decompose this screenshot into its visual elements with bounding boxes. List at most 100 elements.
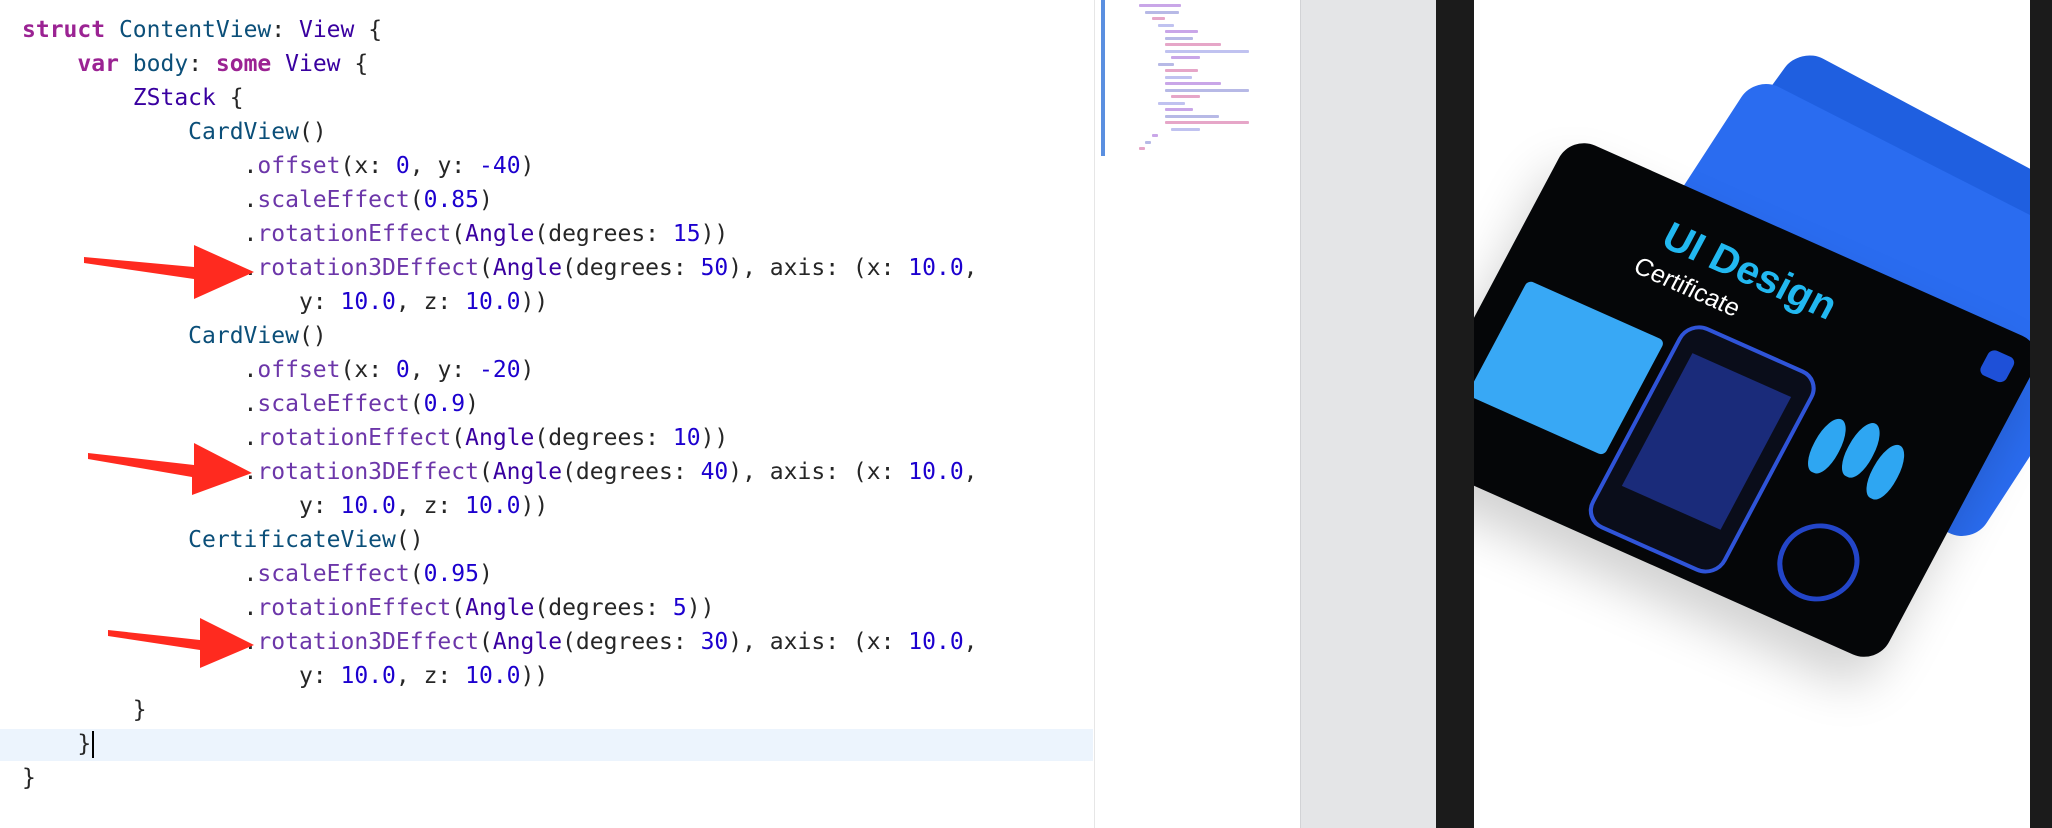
code-token: : <box>188 51 216 77</box>
code-token: Angle <box>492 255 563 281</box>
code-token: CardView <box>188 119 299 145</box>
code-token: scaleEffect <box>257 561 410 587</box>
code-token: (x: <box>340 153 396 179</box>
code-token: )) <box>520 289 549 315</box>
minimap-line <box>1171 95 1200 98</box>
minimap-line <box>1151 134 1158 137</box>
code-token: (degrees: <box>534 221 673 247</box>
code-token: rotationEffect <box>257 425 452 451</box>
code-token: 0.9 <box>423 391 466 417</box>
code-line[interactable]: .offset(x: 0, y: -40) <box>22 149 978 183</box>
code-token: ) <box>520 357 535 383</box>
code-token: : <box>271 17 299 43</box>
code-token: 0.95 <box>423 561 479 587</box>
code-token: 50 <box>700 255 729 281</box>
code-token: ( <box>478 255 493 281</box>
source-code[interactable]: struct ContentView: View { var body: som… <box>22 13 978 795</box>
code-minimap[interactable] <box>1094 0 1301 828</box>
code-token: 10.0 <box>340 663 396 689</box>
code-token: ) <box>465 391 479 417</box>
red-arrow-3 <box>108 618 254 668</box>
code-token: 0 <box>395 357 410 383</box>
code-token: 10.0 <box>908 255 964 281</box>
code-token: 15 <box>672 221 701 247</box>
code-token: rotation3DEffect <box>257 629 479 655</box>
code-token: 0.85 <box>423 187 479 213</box>
code-token: Angle <box>492 459 563 485</box>
minimap-visible-region[interactable] <box>1101 0 1105 156</box>
code-token: some <box>215 51 272 77</box>
code-token: () <box>298 119 327 145</box>
code-line[interactable]: ZStack { <box>22 81 978 115</box>
code-token: ( <box>409 561 424 587</box>
minimap-line <box>1164 30 1199 33</box>
code-token: (degrees: <box>534 425 673 451</box>
device-screen: UI Design Certificate <box>1474 0 2030 828</box>
code-token: , z: <box>395 289 466 315</box>
code-line[interactable]: CardView() <box>22 319 978 353</box>
code-token: Angle <box>492 629 563 655</box>
code-line[interactable]: .offset(x: 0, y: -20) <box>22 353 978 387</box>
clock-icon <box>1763 510 1874 615</box>
code-token: scaleEffect <box>257 391 410 417</box>
code-token: ) <box>478 561 493 587</box>
code-token: , <box>963 629 978 655</box>
code-token: )) <box>686 595 715 621</box>
code-token: CardView <box>188 323 299 349</box>
code-token: ) <box>520 153 535 179</box>
code-token: rotationEffect <box>257 221 452 247</box>
code-token: 10.0 <box>465 663 521 689</box>
code-token: struct <box>22 17 106 43</box>
minimap-line <box>1151 17 1165 20</box>
code-token: Angle <box>465 595 535 621</box>
code-line[interactable]: CertificateView() <box>22 523 978 557</box>
minimap-line <box>1164 43 1221 46</box>
code-line[interactable]: } <box>22 693 978 727</box>
code-token: ) <box>478 187 493 213</box>
minimap-line <box>1158 62 1175 66</box>
code-token: () <box>395 527 424 553</box>
code-token: offset <box>257 153 341 179</box>
text-caret <box>92 731 95 758</box>
code-token: , <box>963 459 978 485</box>
code-token: } <box>22 765 36 791</box>
minimap-line <box>1164 69 1199 72</box>
code-line[interactable]: } <box>22 761 978 795</box>
code-line[interactable]: CardView() <box>22 115 978 149</box>
minimap-line <box>1164 49 1250 53</box>
swift-icon <box>1977 348 2017 385</box>
code-token: View <box>298 17 355 43</box>
preview-canvas <box>1300 0 1437 828</box>
code-line[interactable]: .scaleEffect(0.85) <box>22 183 978 217</box>
code-token: . <box>22 391 258 417</box>
code-line[interactable]: .scaleEffect(0.95) <box>22 557 978 591</box>
minimap-line <box>1139 4 1181 7</box>
minimap-line <box>1164 82 1221 85</box>
code-line[interactable]: .scaleEffect(0.9) <box>22 387 978 421</box>
code-line[interactable]: var body: some View { <box>22 47 978 81</box>
code-token: rotationEffect <box>257 595 452 621</box>
code-editor[interactable]: struct ContentView: View { var body: som… <box>0 0 1093 828</box>
code-token: 10 <box>672 425 701 451</box>
code-token: )) <box>520 663 549 689</box>
code-token: { <box>354 17 383 43</box>
code-token: )) <box>520 493 549 519</box>
code-token: . <box>22 561 258 587</box>
code-token: rotation3DEffect <box>257 255 479 281</box>
minimap-line <box>1171 127 1200 131</box>
code-line[interactable]: } <box>22 727 978 761</box>
illustration-map <box>1621 353 1792 530</box>
code-token: 40 <box>700 459 729 485</box>
code-token: )) <box>700 221 729 247</box>
code-token: ( <box>409 187 424 213</box>
code-token: . <box>22 153 258 179</box>
code-token: ( <box>451 425 466 451</box>
code-line[interactable]: struct ContentView: View { <box>22 13 978 47</box>
code-token: ( <box>451 595 466 621</box>
code-token: (degrees: <box>562 255 701 281</box>
code-token: var <box>77 51 119 77</box>
